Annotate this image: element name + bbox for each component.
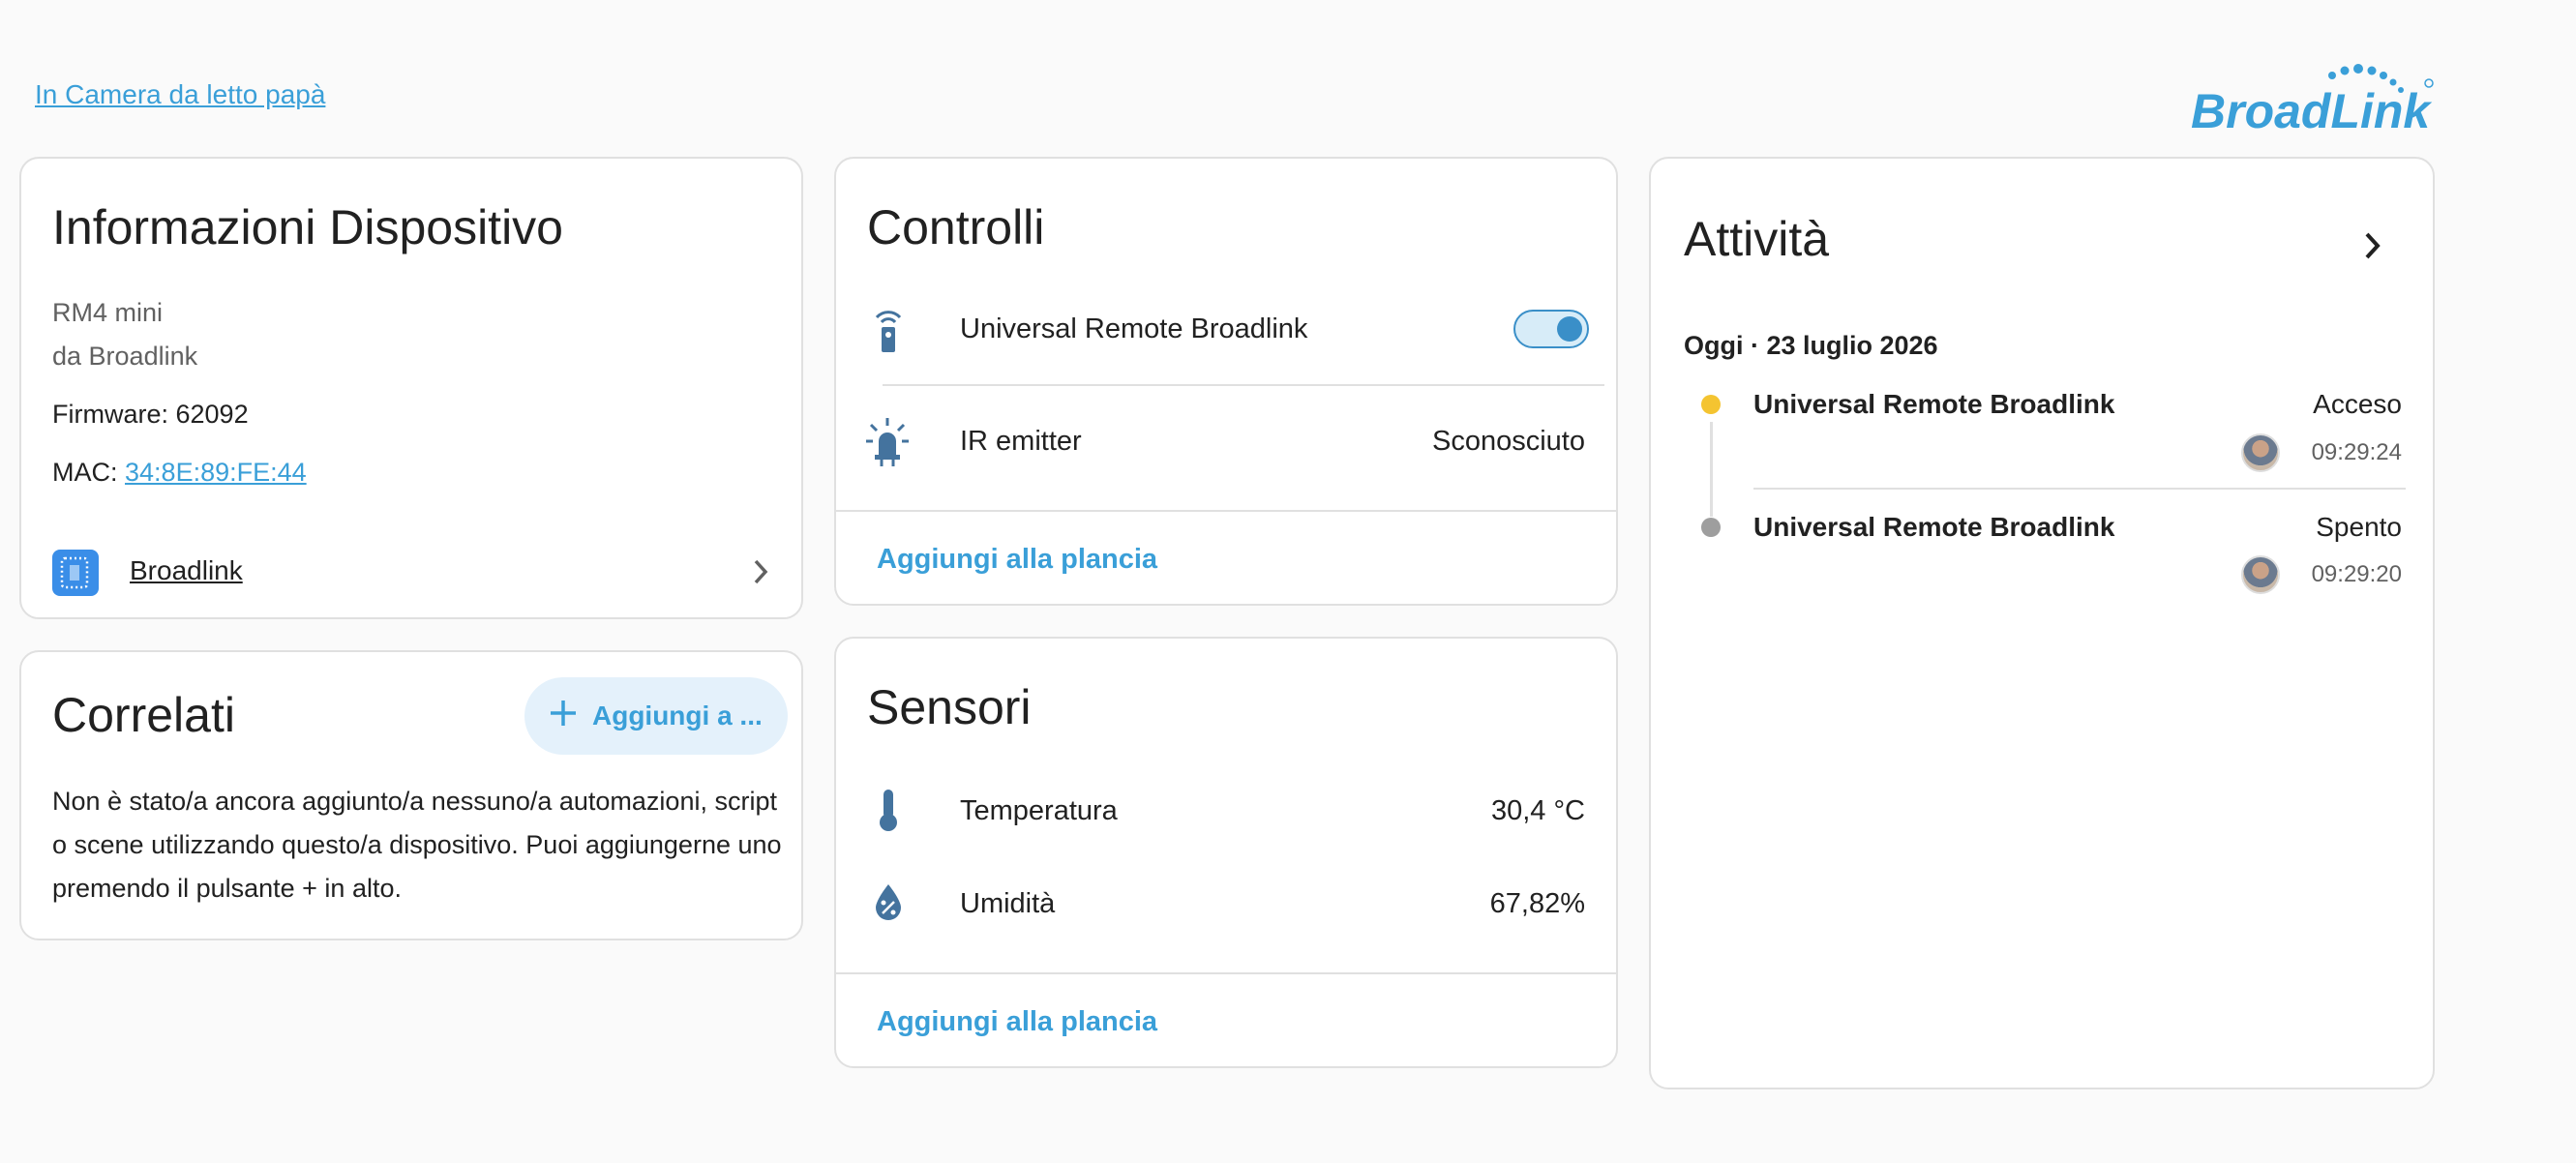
mac-address: MAC: 34:8E:89:FE:44 <box>52 458 307 488</box>
activity-date: Oggi · 23 luglio 2026 <box>1684 331 1938 360</box>
broadlink-icon <box>52 550 99 596</box>
timeline-line <box>1710 422 1713 517</box>
controls-divider <box>883 384 1604 386</box>
mac-value-link[interactable]: 34:8E:89:FE:44 <box>125 458 307 487</box>
sensors-footer-divider <box>836 972 1616 974</box>
event-time: 09:29:24 <box>2311 439 2402 465</box>
integration-row[interactable]: Broadlink <box>52 548 776 596</box>
add-to-button-label: Aggiungi a ... <box>592 701 763 731</box>
related-card: Correlati Aggiungi a ... Non è stato/a a… <box>19 650 803 940</box>
control-remote-label: Universal Remote Broadlink <box>960 313 1308 344</box>
control-ir-value: Sconosciuto <box>1432 426 1585 457</box>
event-dot-on <box>1701 395 1721 414</box>
chevron-right-icon[interactable] <box>2361 230 2384 266</box>
broadlink-logo: BroadLink <box>2189 60 2437 138</box>
integration-link[interactable]: Broadlink <box>130 555 243 586</box>
thermometer-icon <box>877 788 900 832</box>
breadcrumb[interactable]: In Camera da letto papà <box>35 79 325 110</box>
user-avatar <box>2241 555 2280 594</box>
ir-emitter-icon <box>865 416 910 466</box>
activity-title: Attività <box>1684 212 1830 266</box>
svg-text:BroadLink: BroadLink <box>2191 84 2432 135</box>
sensors-add-to-dashboard[interactable]: Aggiungi alla plancia <box>877 1006 1157 1038</box>
remote-toggle[interactable] <box>1513 310 1589 348</box>
chevron-right-icon <box>751 557 772 591</box>
device-info-title: Informazioni Dispositivo <box>52 200 563 254</box>
plus-icon <box>548 698 579 735</box>
sensor-temperature-value: 30,4 °C <box>1490 795 1585 826</box>
sensor-temperature-label: Temperatura <box>960 795 1118 826</box>
controls-card: Controlli Universal Remote Broadlink IR … <box>834 157 1618 606</box>
event-state: Acceso <box>2313 389 2402 419</box>
event-dot-off <box>1701 518 1721 537</box>
event-time: 09:29:20 <box>2311 561 2402 587</box>
related-description: Non è stato/a ancora aggiunto/a nessuno/… <box>52 787 782 903</box>
user-avatar <box>2241 433 2280 472</box>
add-to-button[interactable]: Aggiungi a ... <box>524 677 788 755</box>
firmware-version: Firmware: 62092 <box>52 400 249 429</box>
remote-icon <box>869 304 908 354</box>
activity-divider <box>1753 488 2406 490</box>
mac-label: MAC: <box>52 458 118 487</box>
controls-add-to-dashboard[interactable]: Aggiungi alla plancia <box>877 544 1157 576</box>
controls-title: Controlli <box>867 200 1045 254</box>
event-entity-name[interactable]: Universal Remote Broadlink <box>1753 389 2114 420</box>
device-manufacturer: da Broadlink <box>52 342 198 371</box>
device-info-card: Informazioni Dispositivo RM4 mini da Bro… <box>19 157 803 619</box>
humidity-icon <box>873 882 904 921</box>
controls-footer-divider <box>836 510 1616 512</box>
event-entity-name[interactable]: Universal Remote Broadlink <box>1753 512 2114 543</box>
control-ir-label: IR emitter <box>960 426 1082 457</box>
sensor-humidity-value: 67,82% <box>1489 888 1585 919</box>
activity-card: Attività Oggi · 23 luglio 2026 Universal… <box>1649 157 2435 1089</box>
sensors-title: Sensori <box>867 680 1032 734</box>
sensors-card: Sensori Temperatura 30,4 °C Umidità 67,8… <box>834 637 1618 1068</box>
device-model: RM4 mini <box>52 298 164 327</box>
toggle-knob <box>1557 316 1582 342</box>
related-title: Correlati <box>52 688 235 742</box>
sensor-humidity-label: Umidità <box>960 888 1056 919</box>
event-state: Spento <box>2316 512 2402 542</box>
